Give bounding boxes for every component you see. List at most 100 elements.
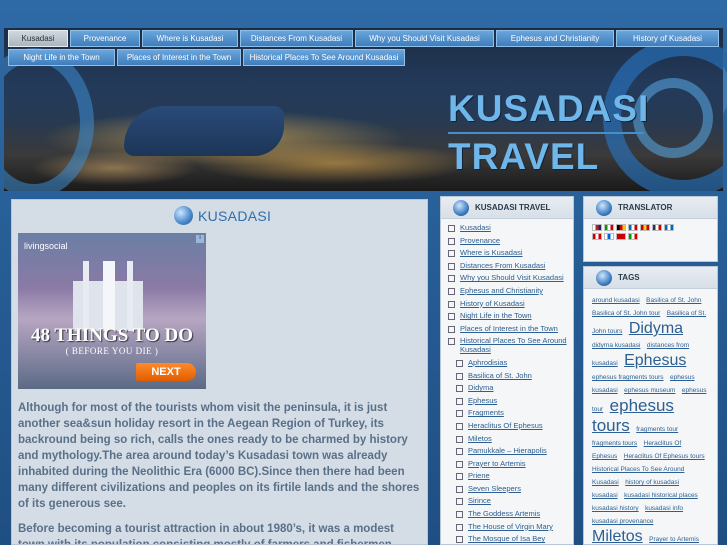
nav-tab-historical-places-to-see-around-kusadasi[interactable]: Historical Places To See Around Kusadasi [243,49,405,66]
globe-icon [596,199,612,216]
main-nav: Kusadasi Provenance Where is Kusadasi Dista… [8,30,724,68]
nav-tab-where-is-kusadasi[interactable]: Where is Kusadasi [142,30,238,47]
tag-link[interactable]: Heraclitus Of Ephesus tours [624,453,705,460]
tag-link[interactable]: ephesus fragments tours [592,374,664,381]
ad-subheadline: ( BEFORE YOU DIE ) [65,346,159,356]
sidebar-sublink[interactable]: Priene [456,471,573,480]
nav-tab-places-of-interest-in-the-town[interactable]: Places of Interest in the Town [117,49,241,66]
tag-link[interactable]: ephesus museum [624,387,675,394]
globe-icon [596,269,612,286]
tag-link[interactable]: Didyma [629,320,683,337]
kusadasi-travel-list: Kusadasi Provenance Where is Kusadasi Dista… [441,219,573,543]
ad-headline: 48 THINGS TO DO [30,325,194,346]
intro-paragraph: Although for most of the tourists whom v… [18,402,420,510]
nav-tab-night-life-in-the-town[interactable]: Night Life in the Town [8,49,115,66]
main-content: KUSADASI livingsocial i 48 THINGS TO DO … [11,199,428,545]
sidebar-link[interactable]: Where is Kusadasi [448,248,573,257]
nav-tab-history-of-kusadasi[interactable]: History of Kusadasi [616,30,719,47]
panel-title: KUSADASI TRAVEL [475,203,551,212]
language-flag-icon[interactable] [628,224,638,231]
tag-link[interactable]: kusadasi historical places [624,492,698,499]
tag-link[interactable]: around kusadasi [592,297,640,304]
sidebar-link[interactable]: Historical Places To See Around Kusadasi [448,336,573,354]
sidebar-sublink[interactable]: Didyma [456,383,573,392]
tag-link[interactable]: Ephesus [624,352,686,369]
sidebar-sublink[interactable]: Seven Sleepers [456,484,573,493]
language-flag-icon[interactable] [640,224,650,231]
panel-title: TAGS [618,273,640,282]
tag-link[interactable]: fragments tour [636,426,678,433]
tag-link[interactable]: Miletos [592,528,643,544]
sidebar-link[interactable]: Provenance [448,236,573,245]
language-flag-icon[interactable] [604,224,614,231]
tag-link[interactable]: kusadasi info [645,505,683,512]
second-paragraph: Before becoming a tourist attraction in … [18,523,395,545]
language-flags [584,219,684,242]
language-flag-icon[interactable] [604,233,614,240]
tag-link[interactable]: kusadasi provenance [592,518,653,525]
sidebar-link[interactable]: Kusadasi [448,223,573,232]
sidebar-link[interactable]: Why you Should Visit Kusadasi [448,273,573,282]
page-title-text: KUSADASI [198,207,272,224]
nav-tab-ephesus-and-christianity[interactable]: Ephesus and Christianity [496,30,614,47]
panel-header: TAGS [584,267,717,289]
sidebar-sublink[interactable]: Heraclitus Of Ephesus [456,421,573,430]
site-title-line2: TRAVEL [448,136,600,177]
tag-link[interactable]: kusadasi history [592,505,639,512]
tag-link[interactable]: didyma kusadasi [592,342,640,349]
sidebar-sublink[interactable]: Ephesus [456,396,573,405]
ad-brand: livingsocial [24,241,68,251]
tag-cloud: around kusadasi Basilica of St. John Bas… [584,289,717,544]
tag-link[interactable]: Prayer to Artemis [649,536,699,543]
language-flag-icon[interactable] [652,224,662,231]
sidebar-link[interactable]: Places of Interest in the Town [448,324,573,333]
site-title-line1: KUSADASI [448,86,648,134]
sidebar-sublink[interactable]: The House of Virgin Mary [456,522,573,531]
sidebar-link[interactable]: Distances From Kusadasi [448,261,573,270]
language-flag-icon[interactable] [664,224,674,231]
tag-link[interactable]: kusadasi [592,492,618,499]
adchoices-icon[interactable]: i [196,235,204,243]
language-flag-icon[interactable] [616,233,626,240]
tag-link[interactable]: history of kusadasi [625,479,679,486]
panel-header: KUSADASI TRAVEL [441,197,573,219]
language-flag-icon[interactable] [628,233,638,240]
sidebar-sublink[interactable]: The Goddess Artemis [456,509,573,518]
nav-tab-distances-from-kusadasi[interactable]: Distances From Kusadasi [240,30,353,47]
sidebar-sublink[interactable]: Miletos [456,434,573,443]
language-flag-icon[interactable] [616,224,626,231]
site-title: KUSADASI TRAVEL [448,86,648,180]
nav-tab-kusadasi[interactable]: Kusadasi [8,30,68,47]
sidebar-sublink[interactable]: Basilica of St. John [456,371,573,380]
castle-image [73,261,143,331]
bay-shape [124,106,284,156]
sidebar-sublink[interactable]: Aphrodisias [456,358,573,367]
globe-icon [453,199,469,216]
tag-link[interactable]: Basilica of St. John [646,297,701,304]
ad-next-button[interactable]: NEXT [136,363,196,381]
ad-banner[interactable]: livingsocial i 48 THINGS TO DO ( BEFORE … [18,233,206,389]
sidebar-link[interactable]: Ephesus and Christianity [448,286,573,295]
tags-panel: TAGS around kusadasi Basilica of St. Joh… [583,266,718,545]
sidebar-sublink[interactable]: Sirince [456,496,573,505]
sidebar-sublink[interactable]: Prayer to Artemis [456,459,573,468]
language-flag-icon[interactable] [592,233,602,240]
nav-tab-why-you-should-visit-kusadasi[interactable]: Why you Should Visit Kusadasi [355,30,494,47]
sidebar-sublink[interactable]: The Mosque of Isa Bey [456,534,573,543]
sidebar-link[interactable]: Night Life in the Town [448,311,573,320]
panel-title: TRANSLATOR [618,203,673,212]
language-flag-icon[interactable] [592,224,602,231]
tag-link[interactable]: fragments tours [592,440,637,447]
sidebar-sublink[interactable]: Pamukkale – Hierapolis [456,446,573,455]
nav-tab-provenance[interactable]: Provenance [70,30,140,47]
nav-row-2: Night Life in the Town Places of Interest… [8,49,724,67]
nav-row-1: Kusadasi Provenance Where is Kusadasi Dista… [8,30,724,48]
kusadasi-travel-panel: KUSADASI TRAVEL Kusadasi Provenance Where … [440,196,574,545]
panel-header: TRANSLATOR [584,197,717,219]
swirl-decoration-left [4,48,94,191]
sidebar-sublink[interactable]: Fragments [456,408,573,417]
tag-link[interactable]: Basilica of St. John tour [592,310,660,317]
sidebar-link[interactable]: History of Kusadasi [448,299,573,308]
page-title: KUSADASI [174,206,271,225]
translator-panel: TRANSLATOR [583,196,718,262]
